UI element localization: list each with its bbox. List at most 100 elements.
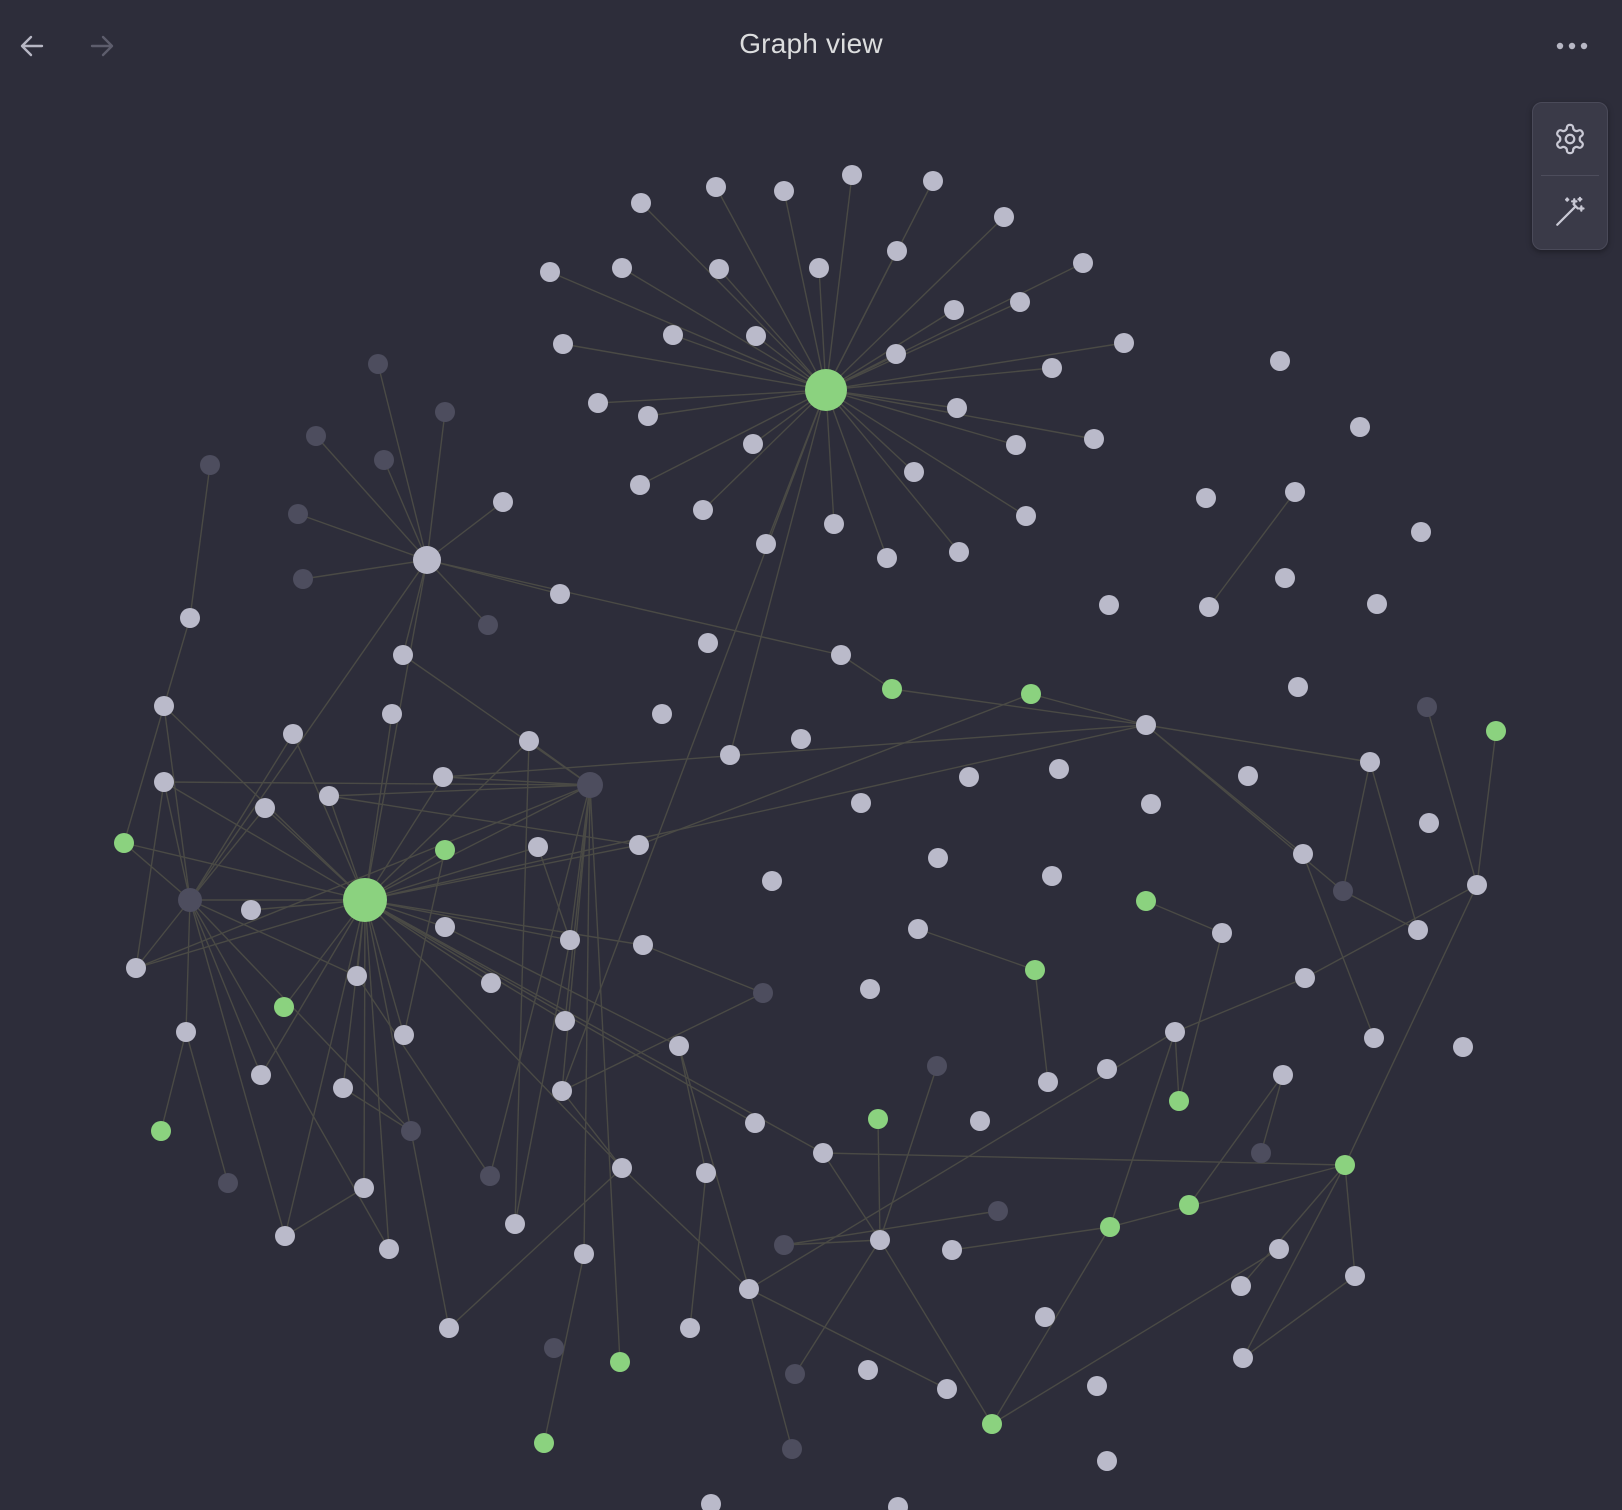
graph-node[interactable] [805, 369, 847, 411]
graph-node[interactable] [1141, 794, 1161, 814]
graph-node[interactable] [1333, 881, 1353, 901]
graph-node[interactable] [1251, 1143, 1271, 1163]
graph-node[interactable] [1233, 1348, 1253, 1368]
graph-node[interactable] [413, 546, 441, 574]
graph-node[interactable] [1408, 920, 1428, 940]
graph-node[interactable] [354, 1178, 374, 1198]
graph-node[interactable] [401, 1121, 421, 1141]
graph-node[interactable] [552, 1081, 572, 1101]
graph-node[interactable] [126, 958, 146, 978]
graph-node[interactable] [610, 1352, 630, 1372]
graph-node[interactable] [633, 935, 653, 955]
graph-node[interactable] [1073, 253, 1093, 273]
graph-node[interactable] [669, 1036, 689, 1056]
graph-node[interactable] [1136, 891, 1156, 911]
graph-node[interactable] [478, 615, 498, 635]
graph-node[interactable] [347, 966, 367, 986]
graph-node[interactable] [1486, 721, 1506, 741]
graph-node[interactable] [1453, 1037, 1473, 1057]
graph-node[interactable] [1288, 677, 1308, 697]
graph-node[interactable] [994, 207, 1014, 227]
graph-node[interactable] [293, 569, 313, 589]
graph-node[interactable] [944, 300, 964, 320]
graph-node[interactable] [868, 1109, 888, 1129]
graph-node[interactable] [663, 325, 683, 345]
graph-node[interactable] [652, 704, 672, 724]
graph-node[interactable] [1136, 715, 1156, 735]
graph-node[interactable] [241, 900, 261, 920]
graph-node[interactable] [904, 462, 924, 482]
graph-node[interactable] [756, 534, 776, 554]
graph-node[interactable] [959, 767, 979, 787]
graph-node[interactable] [1097, 1059, 1117, 1079]
graph-node[interactable] [1285, 482, 1305, 502]
graph-node[interactable] [774, 1235, 794, 1255]
graph-node[interactable] [937, 1379, 957, 1399]
graph-node[interactable] [1419, 813, 1439, 833]
graph-node[interactable] [114, 833, 134, 853]
graph-node[interactable] [555, 1011, 575, 1031]
graph-node[interactable] [1238, 766, 1258, 786]
graph-node[interactable] [1097, 1451, 1117, 1471]
graph-node[interactable] [1350, 417, 1370, 437]
graph-node[interactable] [550, 584, 570, 604]
graph-node[interactable] [435, 402, 455, 422]
graph-node[interactable] [1335, 1155, 1355, 1175]
graph-node[interactable] [505, 1214, 525, 1234]
graph-node[interactable] [693, 500, 713, 520]
graph-node[interactable] [435, 840, 455, 860]
graph-node[interactable] [1021, 684, 1041, 704]
graph-node[interactable] [886, 344, 906, 364]
graph-node[interactable] [1169, 1091, 1189, 1111]
graph-node[interactable] [739, 1279, 759, 1299]
graph-node[interactable] [1025, 960, 1045, 980]
graph-node[interactable] [1049, 759, 1069, 779]
graph-node[interactable] [379, 1239, 399, 1259]
graph-node[interactable] [560, 930, 580, 950]
graph-node[interactable] [860, 979, 880, 999]
graph-node[interactable] [1273, 1065, 1293, 1085]
graph-node[interactable] [275, 1226, 295, 1246]
graph-node[interactable] [813, 1143, 833, 1163]
graph-node[interactable] [368, 354, 388, 374]
graph-node[interactable] [200, 455, 220, 475]
graph-node[interactable] [680, 1318, 700, 1338]
graph-node[interactable] [858, 1360, 878, 1380]
graph-node[interactable] [481, 973, 501, 993]
graph-node[interactable] [333, 1078, 353, 1098]
graph-canvas[interactable] [0, 0, 1622, 1510]
graph-node[interactable] [319, 786, 339, 806]
graph-node[interactable] [1196, 488, 1216, 508]
graph-node[interactable] [154, 772, 174, 792]
graph-settings-button[interactable] [1533, 103, 1607, 175]
graph-node[interactable] [638, 406, 658, 426]
graph-node[interactable] [696, 1163, 716, 1183]
graph-node[interactable] [629, 835, 649, 855]
graph-node[interactable] [1269, 1239, 1289, 1259]
graph-node[interactable] [433, 767, 453, 787]
graph-node[interactable] [528, 837, 548, 857]
graph-node[interactable] [785, 1364, 805, 1384]
graph-node[interactable] [306, 426, 326, 446]
graph-node[interactable] [553, 334, 573, 354]
graph-node[interactable] [394, 1025, 414, 1045]
graph-node[interactable] [519, 731, 539, 751]
graph-node[interactable] [745, 1113, 765, 1133]
graph-node[interactable] [1295, 968, 1315, 988]
graph-node[interactable] [1099, 595, 1119, 615]
graph-node[interactable] [1275, 568, 1295, 588]
graph-node[interactable] [435, 917, 455, 937]
graph-node[interactable] [762, 871, 782, 891]
graph-node[interactable] [283, 724, 303, 744]
graph-node[interactable] [274, 997, 294, 1017]
graph-node[interactable] [706, 177, 726, 197]
graph-node[interactable] [612, 258, 632, 278]
graph-node[interactable] [923, 171, 943, 191]
graph-node[interactable] [180, 608, 200, 628]
graph-node[interactable] [1042, 358, 1062, 378]
graph-node[interactable] [1010, 292, 1030, 312]
graph-node[interactable] [544, 1338, 564, 1358]
graph-node[interactable] [534, 1433, 554, 1453]
graph-node[interactable] [218, 1173, 238, 1193]
graph-node[interactable] [1293, 844, 1313, 864]
